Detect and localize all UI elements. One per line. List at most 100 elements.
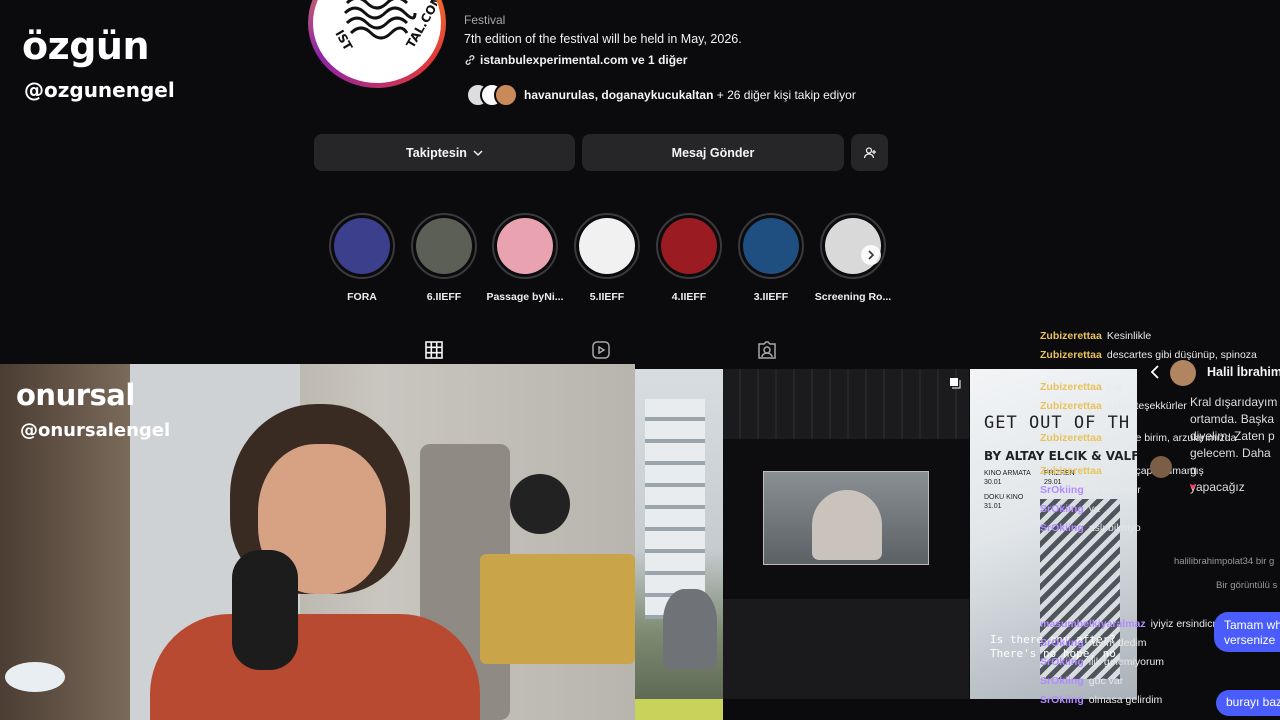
dm-bubble-line: Tamam wh <box>1224 618 1280 632</box>
highlights-next-button[interactable] <box>861 245 881 265</box>
highlight-cover <box>661 218 717 274</box>
chat-message: SrOkiing guc var <box>1040 675 1123 687</box>
highlight-item[interactable]: FORA <box>329 213 395 303</box>
dm-bubble-line: versenize <box>1224 633 1276 647</box>
microphone <box>232 550 298 670</box>
highlight-item[interactable]: 4.IIEFF <box>656 213 722 303</box>
profile-avatar[interactable]: TAL.COM IST <box>308 0 446 88</box>
chat-text: yok <box>1106 381 1124 393</box>
send-message-button[interactable]: Mesaj Gönder <box>582 134 844 171</box>
highlight-item[interactable]: Passage byNi... <box>486 213 564 303</box>
highlight-ring <box>738 213 804 279</box>
back-arrow-icon[interactable] <box>1150 365 1160 379</box>
following-button[interactable]: Takiptesin <box>314 134 575 171</box>
highlight-cover <box>416 218 472 274</box>
chat-username: SrOkiing <box>1040 637 1084 649</box>
chat-username: SrOkiing <box>1040 694 1084 706</box>
chat-text: ar kuzenler <box>1088 484 1141 496</box>
streamer-name-top: özgün <box>22 24 150 68</box>
dm-message-line: Kral dışarıdayım <box>1190 395 1278 409</box>
post-thumbnail-2[interactable] <box>723 369 969 699</box>
posts-grid-tab-icon[interactable] <box>424 340 444 360</box>
highlight-cover <box>579 218 635 274</box>
chat-username: Zubizerettaa <box>1040 330 1102 342</box>
projection-screen <box>763 471 929 565</box>
chat-text: rayım dedim <box>1088 637 1147 649</box>
followed-by-names: havanurulas, doganaykucukaltan <box>524 88 714 102</box>
chevron-down-icon <box>473 149 483 156</box>
highlight-ring <box>574 213 640 279</box>
highlight-cover <box>497 218 553 274</box>
followed-by-suffix: + 26 diğer kişi takip ediyor <box>713 88 856 102</box>
dm-contact-name: Halil İbrahim <box>1207 365 1280 379</box>
chat-text: guc var <box>1088 675 1124 687</box>
chat-message: Zubizerettaa yok <box>1040 381 1123 393</box>
chat-username: masumbelkiyaralmaz <box>1040 618 1146 630</box>
chat-message: Zubizerettaa Kesinlikle <box>1040 330 1151 342</box>
festival-logo-icon: TAL.COM IST <box>319 0 437 81</box>
chat-username: Zubizerettaa <box>1040 465 1102 477</box>
dm-message-line: yapacağız <box>1190 480 1245 494</box>
dm-message-line: ortamda. Başka <box>1190 412 1275 426</box>
streamer-name-bottom: onursal <box>16 378 135 412</box>
audience-area <box>723 599 969 699</box>
tagged-tab-icon[interactable] <box>757 340 777 360</box>
followed-by-row[interactable]: havanurulas, doganaykucukaltan + 26 diğe… <box>466 83 856 107</box>
highlight-ring <box>492 213 558 279</box>
screen-figure <box>812 490 882 560</box>
follower-avatars <box>466 83 518 107</box>
dm-bubble-sent: Tamam wh versenize <box>1214 612 1280 652</box>
post3-date-1: 30.01 <box>984 479 1002 486</box>
post-thumbnail-4[interactable] <box>635 699 723 720</box>
add-user-icon <box>863 146 876 158</box>
chat-username: Zubizerettaa <box>1040 381 1102 393</box>
heart-reaction-icon: ♥ <box>1190 482 1196 493</box>
reels-tab-icon[interactable] <box>591 340 611 360</box>
chat-username: SrOkiing <box>1040 484 1084 496</box>
building-facade <box>645 399 705 619</box>
chat-message: SrOkiing rayım dedim <box>1040 637 1147 649</box>
ceiling <box>723 369 969 439</box>
highlight-label: Screening Ro... <box>814 291 892 303</box>
highlight-ring <box>329 213 395 279</box>
person-shirt <box>150 614 480 720</box>
post-thumbnail-1[interactable] <box>635 369 723 699</box>
suggest-users-button[interactable] <box>851 134 888 171</box>
highlight-item[interactable]: 5.IIEFF <box>574 213 640 303</box>
profile-link-text: istanbulexperimental.com ve 1 diğer <box>480 53 688 67</box>
post-thumbnail-3[interactable]: GET OUT OF TH BY ALTAY ELCIK & VALF KINO… <box>970 369 1137 699</box>
dm-contact-avatar <box>1170 360 1196 386</box>
chat-username: SrOkiing <box>1040 656 1084 668</box>
chat-message: SrOkiing aslı bilmiyo <box>1040 522 1141 534</box>
wall-sticker <box>510 474 570 534</box>
chat-text: ilik gelemiyorum <box>1088 656 1165 668</box>
chat-message: SrOkiing ya <box>1040 503 1100 515</box>
post3-date-2: 31.01 <box>984 503 1002 510</box>
highlight-item[interactable]: 6.IIEFF <box>411 213 477 303</box>
highlight-cover <box>743 218 799 274</box>
person-silhouette <box>663 589 717 669</box>
chat-text: Kesinlikle <box>1106 330 1152 342</box>
dm-popup[interactable]: Halil İbrahim Kral dışarıdayım ortamda. … <box>1150 360 1280 494</box>
chat-username: SrOkiing <box>1040 503 1084 515</box>
highlight-ring <box>656 213 722 279</box>
chat-username: Zubizerettaa <box>1040 349 1102 361</box>
chat-username: SrOkiing <box>1040 522 1084 534</box>
post3-venue-1: KINO ARMATA <box>984 470 1031 477</box>
highlight-item[interactable]: 3.IIEFF <box>738 213 804 303</box>
post3-title: GET OUT OF TH <box>984 413 1131 433</box>
highlight-cover <box>334 218 390 274</box>
chevron-right-icon <box>868 250 875 260</box>
dm-note: halilibrahimpolat34 bir g <box>1174 556 1275 567</box>
chat-text: olmasa gelirdim <box>1088 694 1163 706</box>
streamer-handle-top: @ozgunengel <box>24 78 175 102</box>
chat-username: SrOkiing <box>1040 675 1084 687</box>
profile-link[interactable]: istanbulexperimental.com ve 1 diğer <box>464 53 687 67</box>
dm-message-line: gelecem. Daha g <box>1190 446 1271 477</box>
post3-venue-2: DOKU KINO <box>984 494 1024 501</box>
streamer-handle-bottom: @onursalengel <box>20 420 171 441</box>
avatar <box>1150 456 1172 478</box>
cup <box>5 662 65 692</box>
chat-message: SrOkiing olmasa gelirdim <box>1040 694 1162 706</box>
stream-layout: özgün @ozgunengel TAL.COM IST Festival 7… <box>0 0 1280 720</box>
